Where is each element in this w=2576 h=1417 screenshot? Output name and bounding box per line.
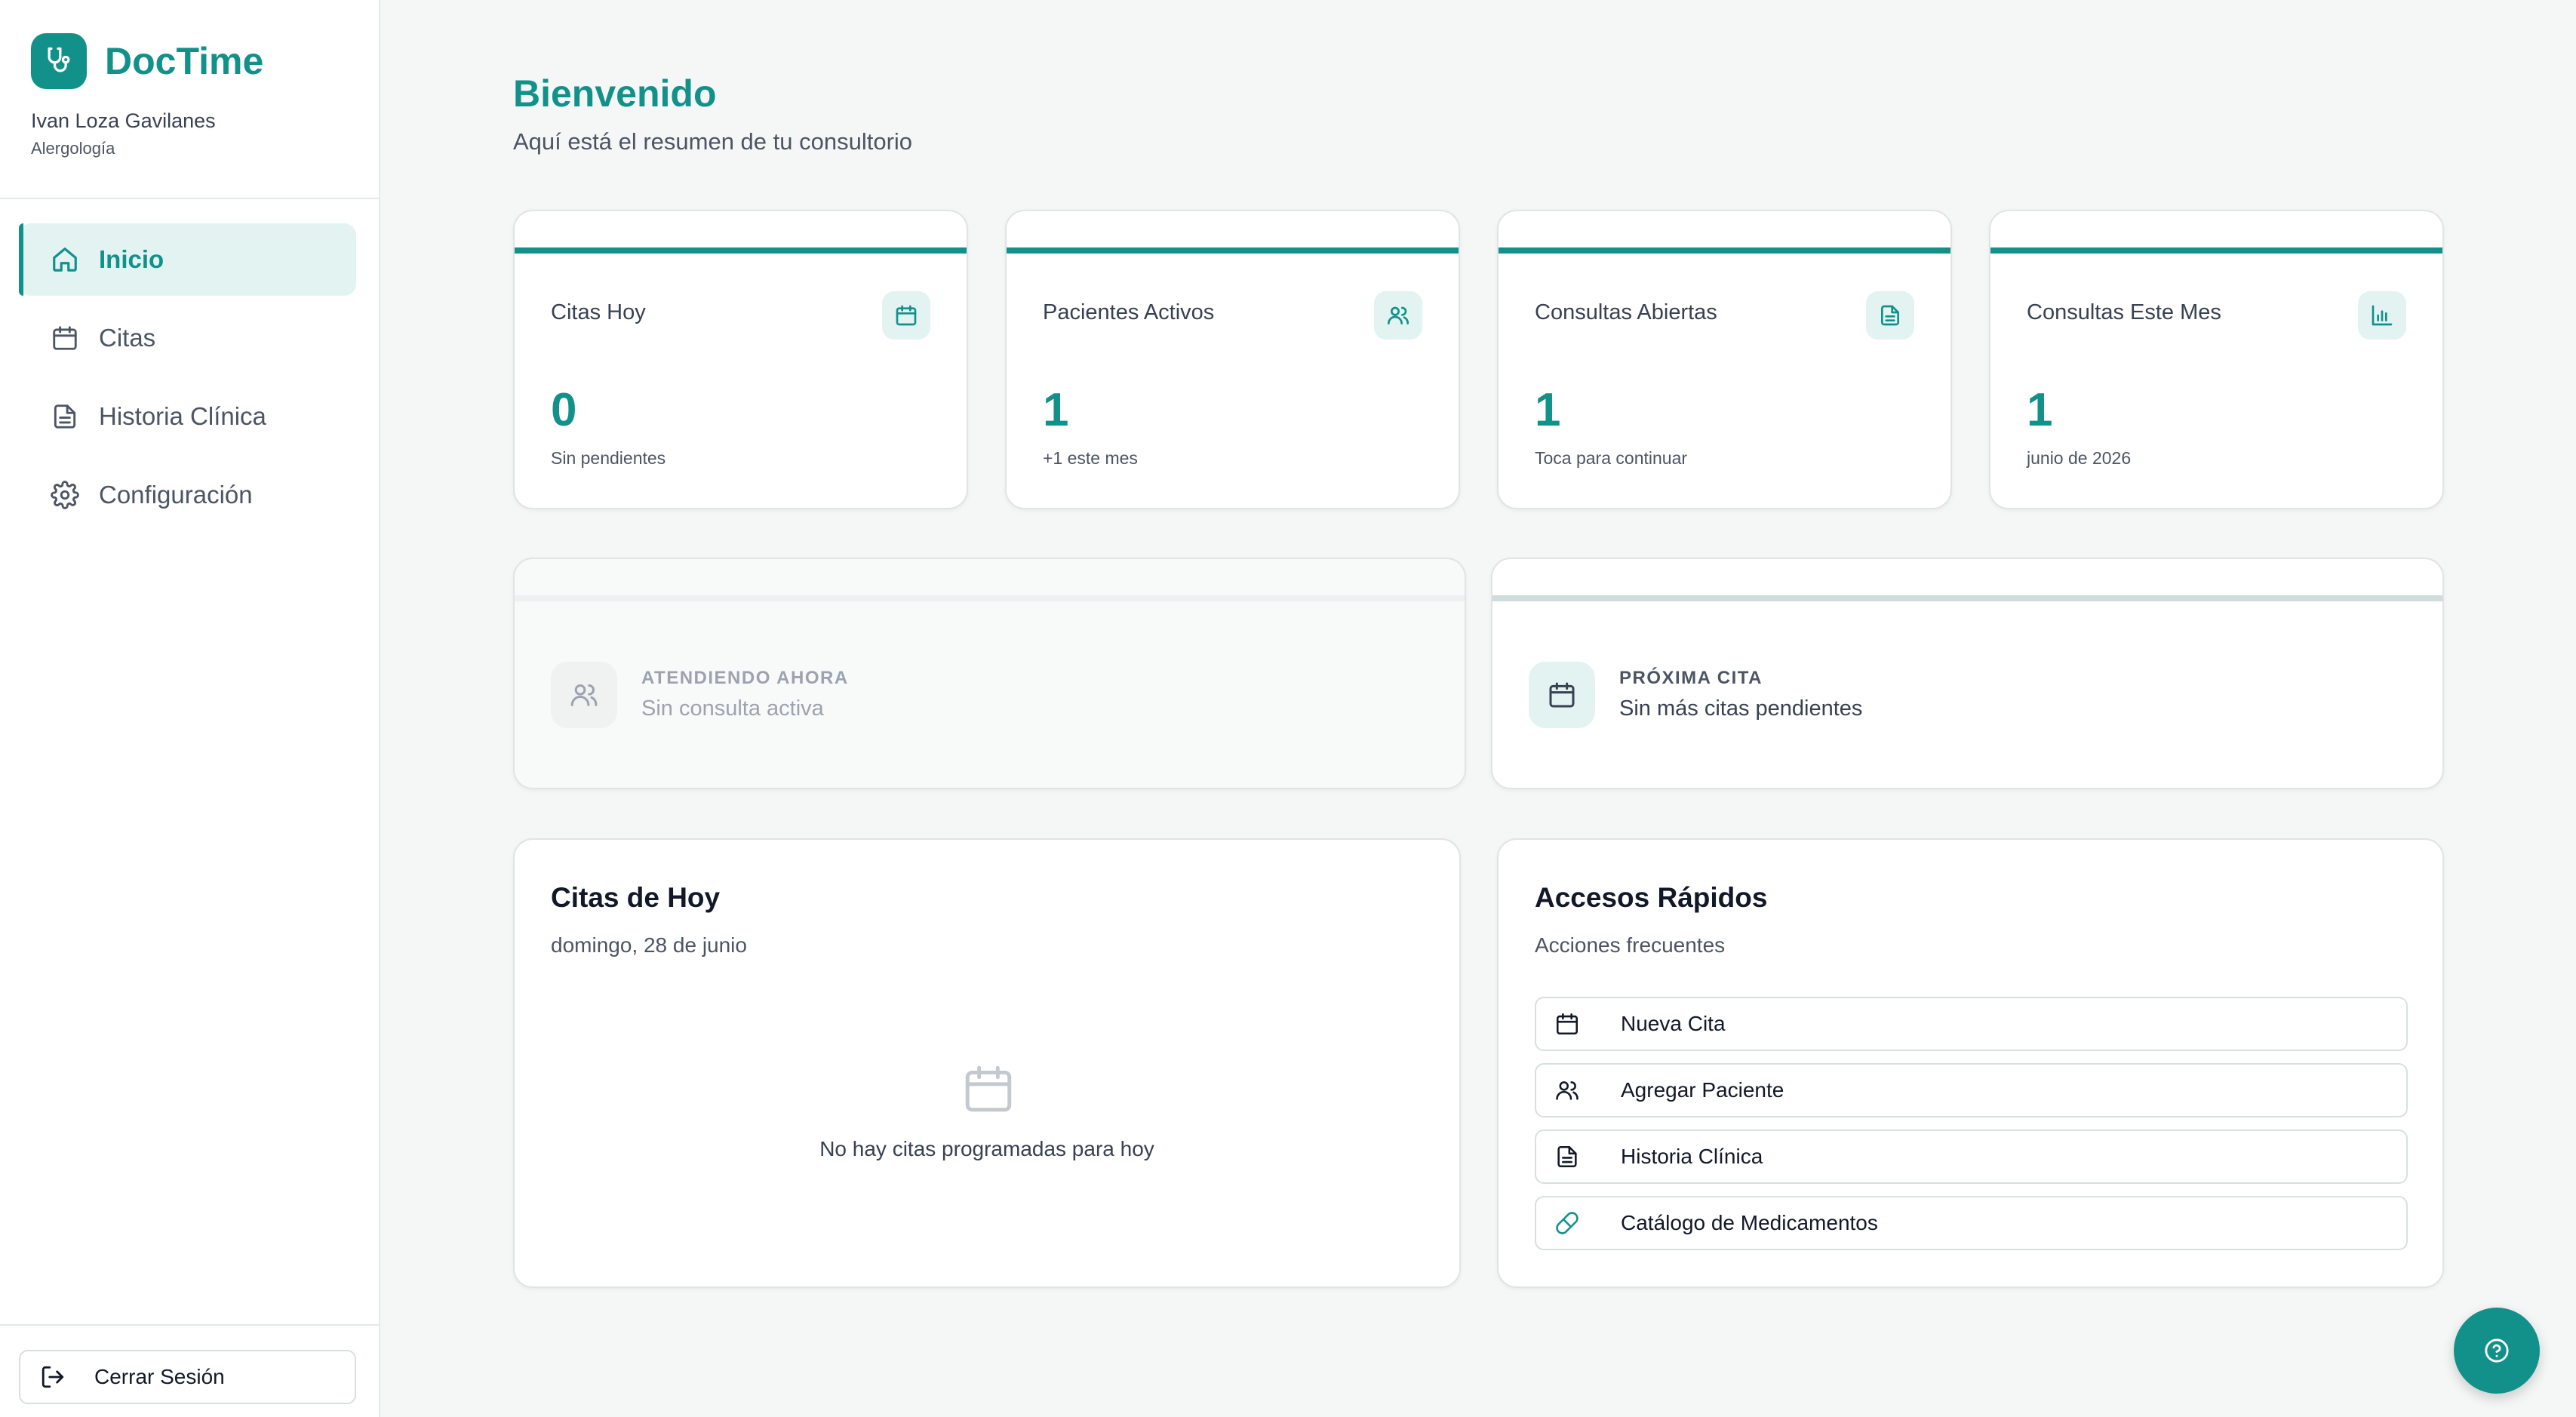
document-icon xyxy=(1866,291,1914,340)
users-icon xyxy=(1374,291,1422,340)
sidebar-divider xyxy=(0,1324,380,1326)
calendar-icon xyxy=(1529,662,1595,728)
help-icon xyxy=(2485,1339,2509,1363)
stat-label: Consultas Abiertas xyxy=(1535,300,1717,324)
brand-name: DocTime xyxy=(105,40,264,82)
status-title: PRÓXIMA CITA xyxy=(1619,668,1763,688)
stat-sub: junio de 2026 xyxy=(2027,448,2132,468)
status-accent-bar xyxy=(1492,595,2442,601)
quick-access-label: Historia Clínica xyxy=(1621,1145,1763,1168)
stat-value: 1 xyxy=(1535,384,1561,436)
stat-accent-bar xyxy=(1499,247,1950,254)
stat-sub: +1 este mes xyxy=(1043,448,1138,468)
status-accent-bar xyxy=(515,595,1465,601)
stat-accent-bar xyxy=(515,247,967,254)
sidebar-item-label: Inicio xyxy=(99,245,164,273)
calendar-icon xyxy=(1556,1013,1578,1035)
empty-state-text: No hay citas programadas para hoy xyxy=(819,1137,1154,1160)
user-specialty: Alergología xyxy=(31,139,115,158)
sidebar-nav: Inicio Citas Historia Clínica Configurac… xyxy=(19,223,356,537)
page-subtitle: Aquí está el resumen de tu consultorio xyxy=(513,128,913,155)
bar-chart-icon xyxy=(2358,291,2406,340)
logout-icon xyxy=(41,1366,64,1388)
stat-card-pacientes-activos[interactable]: Pacientes Activos 1 +1 este mes xyxy=(1005,210,1460,509)
sidebar-item-label: Citas xyxy=(99,324,156,352)
today-appointments-panel: Citas de Hoy domingo, 28 de junio No hay… xyxy=(513,838,1461,1288)
current-consultation-card[interactable]: ATENDIENDO AHORA Sin consulta activa xyxy=(513,558,1466,789)
status-sub: Sin consulta activa xyxy=(641,696,824,721)
status-sub: Sin más citas pendientes xyxy=(1619,696,1863,721)
quick-access-label: Agregar Paciente xyxy=(1621,1078,1784,1102)
users-icon xyxy=(1556,1081,1578,1100)
sidebar-divider xyxy=(0,198,380,199)
help-button[interactable] xyxy=(2454,1308,2540,1394)
sidebar-item-label: Historia Clínica xyxy=(99,402,266,430)
stat-accent-bar xyxy=(1007,247,1459,254)
brand[interactable]: DocTime xyxy=(31,33,263,89)
quick-access-label: Catálogo de Medicamentos xyxy=(1621,1211,1878,1234)
panel-subtitle: Acciones frecuentes xyxy=(1535,933,1726,957)
stat-label: Pacientes Activos xyxy=(1043,300,1215,324)
calendar-icon xyxy=(53,326,77,350)
stat-value: 1 xyxy=(2027,384,2053,436)
stat-sub: Sin pendientes xyxy=(551,448,666,468)
document-icon xyxy=(1557,1145,1577,1168)
calendar-icon xyxy=(882,291,930,340)
panel-date: domingo, 28 de junio xyxy=(551,933,747,957)
sidebar-item-label: Configuración xyxy=(99,481,253,509)
quick-access-agregar-paciente[interactable]: Agregar Paciente xyxy=(1535,1063,2408,1117)
stat-card-consultas-este-mes[interactable]: Consultas Este Mes 1 junio de 2026 xyxy=(1989,210,2444,509)
sidebar-item-inicio[interactable]: Inicio xyxy=(19,223,356,296)
quick-access-catalogo-medicamentos[interactable]: Catálogo de Medicamentos xyxy=(1535,1196,2408,1250)
status-title: ATENDIENDO AHORA xyxy=(641,668,849,688)
stat-value: 0 xyxy=(551,384,577,436)
users-icon xyxy=(551,662,617,728)
home-icon xyxy=(53,247,77,272)
logout-label: Cerrar Sesión xyxy=(94,1365,225,1388)
stat-card-citas-hoy[interactable]: Citas Hoy 0 Sin pendientes xyxy=(513,210,968,509)
page-title: Bienvenido xyxy=(513,72,717,115)
document-icon xyxy=(54,404,76,429)
sidebar: DocTime Ivan Loza Gavilanes Alergología … xyxy=(0,0,380,1417)
sidebar-item-historia-clinica[interactable]: Historia Clínica xyxy=(19,380,356,453)
stethoscope-icon xyxy=(31,33,87,89)
stat-card-consultas-abiertas[interactable]: Consultas Abiertas 1 Toca para continuar xyxy=(1497,210,1952,509)
next-appointment-card[interactable]: PRÓXIMA CITA Sin más citas pendientes xyxy=(1491,558,2444,789)
stat-label: Consultas Este Mes xyxy=(2027,300,2221,324)
panel-title: Citas de Hoy xyxy=(551,882,721,913)
user-name: Ivan Loza Gavilanes xyxy=(31,109,216,132)
pill-icon xyxy=(1556,1212,1578,1234)
quick-access-nueva-cita[interactable]: Nueva Cita xyxy=(1535,997,2408,1051)
stat-label: Citas Hoy xyxy=(551,300,646,324)
stat-value: 1 xyxy=(1043,384,1069,436)
gear-icon xyxy=(51,481,79,509)
quick-access-panel: Accesos Rápidos Acciones frecuentes Nuev… xyxy=(1497,838,2444,1288)
sidebar-item-configuracion[interactable]: Configuración xyxy=(19,459,356,531)
quick-access-list: Nueva Cita Agregar Paciente Historia Clí… xyxy=(1535,997,2408,1262)
quick-access-label: Nueva Cita xyxy=(1621,1012,1726,1035)
stat-accent-bar xyxy=(1990,247,2442,254)
panel-title: Accesos Rápidos xyxy=(1535,882,1768,913)
stat-sub: Toca para continuar xyxy=(1535,448,1688,468)
sidebar-item-citas[interactable]: Citas xyxy=(19,302,356,374)
calendar-icon xyxy=(961,1059,1016,1119)
quick-access-historia-clinica[interactable]: Historia Clínica xyxy=(1535,1130,2408,1184)
logout-button[interactable]: Cerrar Sesión xyxy=(19,1350,356,1404)
